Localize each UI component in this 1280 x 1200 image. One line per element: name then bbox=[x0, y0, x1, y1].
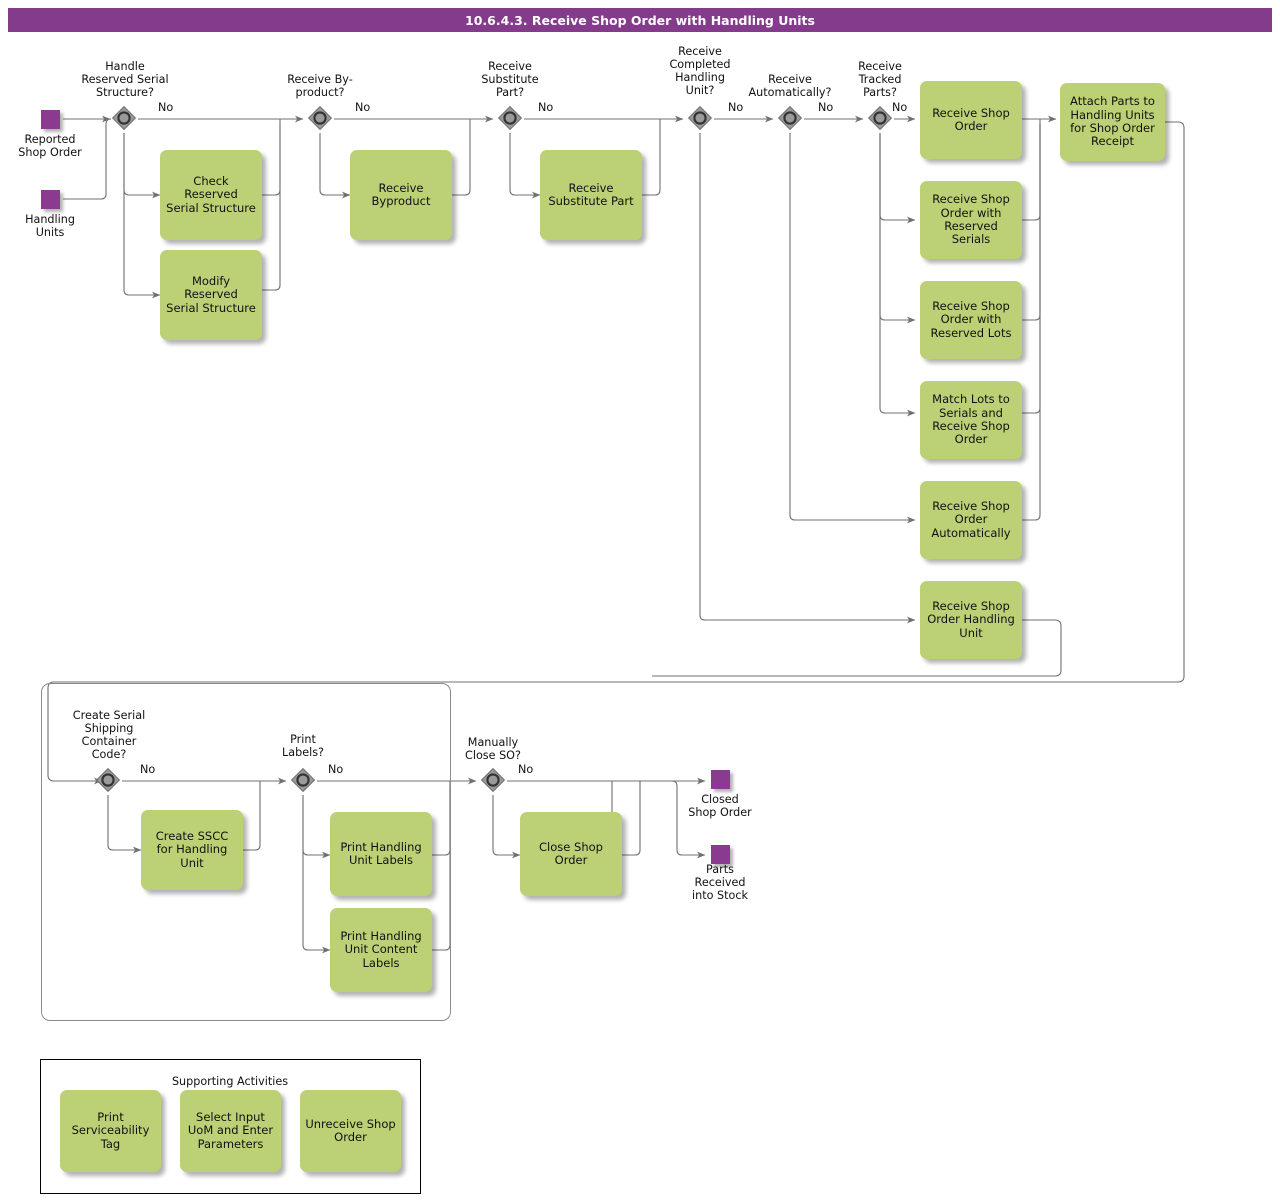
start-event-handling-units[interactable] bbox=[41, 190, 60, 209]
task-select-input-uom[interactable]: Select Input UoM and Enter Parameters bbox=[180, 1090, 281, 1172]
gateway-receive-byproduct-branch: No bbox=[355, 101, 371, 114]
gateway-handle-reserved-serial-structure[interactable] bbox=[110, 105, 138, 133]
gateway-receive-byproduct[interactable] bbox=[306, 105, 334, 133]
task-receive-shop-order[interactable]: Receive Shop Order bbox=[920, 81, 1022, 159]
subprocess-container-outer bbox=[41, 683, 451, 1021]
page-title: 10.6.4.3. Receive Shop Order with Handli… bbox=[8, 8, 1272, 32]
gateway-manually-close-so[interactable] bbox=[479, 767, 507, 795]
task-receive-shop-order-reserved-serials[interactable]: Receive Shop Order with Reserved Serials bbox=[920, 181, 1022, 259]
gateway-receive-substitute-part-label: Receive Substitute Part? bbox=[481, 60, 539, 99]
gateway-handle-reserved-serial-structure-label: Handle Reserved Serial Structure? bbox=[81, 60, 169, 99]
end-event-parts-received-into-stock[interactable] bbox=[711, 845, 730, 864]
task-print-serviceability-tag[interactable]: Print Serviceability Tag bbox=[60, 1090, 161, 1172]
task-modify-reserved-serial-structure[interactable]: Modify Reserved Serial Structure bbox=[160, 250, 262, 340]
task-receive-shop-order-handling-unit[interactable]: Receive Shop Order Handling Unit bbox=[920, 581, 1022, 659]
gateway-manually-close-so-label: Manually Close SO? bbox=[465, 736, 521, 762]
task-receive-substitute-part[interactable]: Receive Substitute Part bbox=[540, 150, 642, 240]
supporting-activities-title: Supporting Activities bbox=[171, 1075, 289, 1088]
end-event-closed-shop-order[interactable] bbox=[711, 770, 730, 789]
end-event-parts-received-into-stock-label: Parts Received into Stock bbox=[692, 863, 748, 902]
gateway-receive-completed-handling-unit[interactable] bbox=[686, 105, 714, 133]
task-attach-parts-to-handling-units[interactable]: Attach Parts to Handling Units for Shop Or… bbox=[1060, 83, 1165, 161]
gateway-receive-substitute-part[interactable] bbox=[496, 105, 524, 133]
diagram-canvas: 10.6.4.3. Receive Shop Order with Handli… bbox=[0, 0, 1280, 1200]
start-event-handling-units-label: Handling Units bbox=[25, 213, 75, 239]
gateway-receive-automatically[interactable] bbox=[776, 105, 804, 133]
task-close-shop-order[interactable]: Close Shop Order bbox=[520, 812, 622, 896]
gateway-receive-automatically-branch: No bbox=[818, 101, 834, 114]
gateway-receive-completed-handling-unit-branch: No bbox=[728, 101, 744, 114]
gateway-receive-tracked-parts[interactable] bbox=[866, 105, 894, 133]
start-event-reported-shop-order-label: Reported Shop Order bbox=[18, 133, 82, 159]
gateway-receive-tracked-parts-label: Receive Tracked Parts? bbox=[858, 60, 902, 99]
gateway-receive-substitute-part-branch: No bbox=[538, 101, 554, 114]
task-receive-shop-order-reserved-lots[interactable]: Receive Shop Order with Reserved Lots bbox=[920, 281, 1022, 359]
gateway-handle-reserved-serial-structure-branch: No bbox=[158, 101, 174, 114]
task-unreceive-shop-order[interactable]: Unreceive Shop Order bbox=[300, 1090, 401, 1172]
task-receive-shop-order-automatically[interactable]: Receive Shop Order Automatically bbox=[920, 481, 1022, 559]
end-event-closed-shop-order-label: Closed Shop Order bbox=[688, 793, 752, 819]
gateway-receive-tracked-parts-branch: No bbox=[892, 101, 908, 114]
gateway-receive-byproduct-label: Receive By-product? bbox=[287, 73, 353, 99]
task-check-reserved-serial-structure[interactable]: Check Reserved Serial Structure bbox=[160, 150, 262, 240]
task-match-lots-to-serials[interactable]: Match Lots to Serials and Receive Shop Orde… bbox=[920, 381, 1022, 459]
task-receive-byproduct[interactable]: Receive Byproduct bbox=[350, 150, 452, 240]
gateway-manually-close-so-branch: No bbox=[518, 763, 534, 776]
start-event-reported-shop-order[interactable] bbox=[41, 110, 60, 129]
